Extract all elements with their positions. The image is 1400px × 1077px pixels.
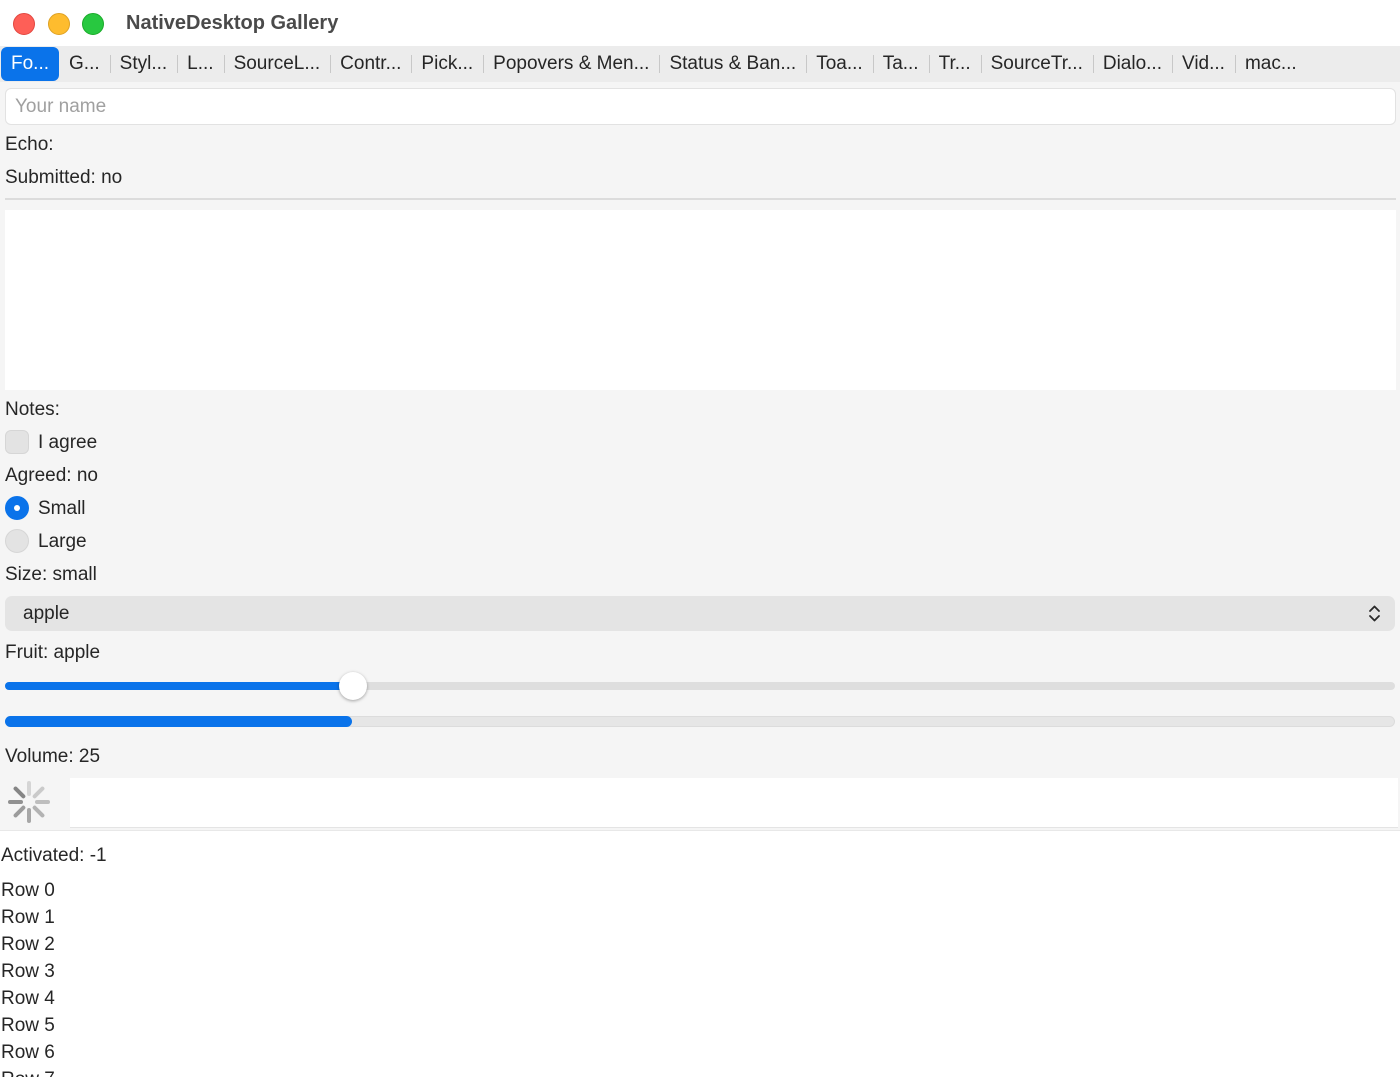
tab-7[interactable]: Popovers & Men...	[483, 46, 659, 82]
tab-14[interactable]: Vid...	[1171, 46, 1235, 82]
name-input[interactable]	[5, 88, 1396, 125]
row-list: Row 0Row 1Row 2Row 3Row 4Row 5Row 6Row 7	[1, 879, 55, 1077]
spinner-icon	[8, 781, 50, 823]
tab-8[interactable]: Status & Ban...	[659, 46, 806, 82]
size-label: Size: small	[5, 564, 97, 585]
tab-11[interactable]: Tr...	[928, 46, 981, 82]
tab-5[interactable]: Contr...	[330, 46, 411, 82]
title-bar: NativeDesktop Gallery	[0, 0, 1400, 46]
list-item[interactable]: Row 7	[1, 1068, 55, 1077]
volume-progress-bar	[5, 716, 1395, 727]
tab-9[interactable]: Toa...	[806, 46, 872, 82]
notes-textarea[interactable]	[5, 210, 1396, 390]
volume-progress-fill	[5, 716, 352, 727]
list-item[interactable]: Row 1	[1, 906, 55, 933]
list-panel: Activated: -1 Row 0 Row 1 Row 2 Row 3 Row 4R…	[0, 830, 1400, 1077]
tab-bar: Fo... G... Styl... L... SourceL... Contr... Pi…	[0, 46, 1400, 82]
volume-slider[interactable]	[5, 672, 1395, 700]
tab-3[interactable]: L...	[177, 46, 223, 82]
agreed-label: Agreed: no	[5, 465, 98, 486]
tab-15[interactable]: mac...	[1234, 46, 1307, 82]
size-radio-small-label[interactable]: Small	[38, 498, 86, 520]
list-item[interactable]: Row 2	[1, 933, 55, 960]
size-radio-large[interactable]	[5, 529, 29, 553]
spinner-field	[70, 778, 1398, 828]
fruit-select-value: apple	[23, 602, 70, 624]
list-item[interactable]: Row 3	[1, 960, 55, 987]
list-item[interactable]: Row 5	[1, 1014, 55, 1041]
tab-0[interactable]: Fo...	[1, 47, 60, 81]
tab-12[interactable]: SourceTr...	[980, 46, 1093, 82]
list-item[interactable]: Row 0	[1, 879, 55, 906]
chevron-up-down-icon	[1369, 605, 1380, 622]
size-radio-small[interactable]	[5, 496, 29, 520]
agree-checkbox[interactable]	[5, 430, 29, 454]
volume-slider-thumb[interactable]	[338, 672, 367, 700]
divider	[5, 198, 1396, 200]
tab-4[interactable]: SourceL...	[223, 46, 331, 82]
minimize-window-button[interactable]	[48, 13, 70, 35]
tab-1[interactable]: G...	[59, 46, 110, 82]
fruit-select[interactable]: apple	[5, 596, 1395, 631]
volume-label: Volume: 25	[5, 746, 101, 767]
submitted-label: Submitted: no	[5, 167, 123, 188]
agree-checkbox-label[interactable]: I agree	[38, 432, 97, 454]
activated-label: Activated: -1	[1, 845, 107, 866]
zoom-window-button[interactable]	[82, 13, 104, 35]
echo-label: Echo:	[5, 134, 54, 155]
volume-slider-fill	[5, 682, 353, 690]
list-item[interactable]: Row 6	[1, 1041, 55, 1068]
form-panel: Echo: Submitted: no Notes: I agree Agree…	[0, 82, 1400, 830]
tab-13[interactable]: Dialo...	[1092, 46, 1172, 82]
activity-spinner	[0, 778, 70, 828]
close-window-button[interactable]	[13, 13, 35, 35]
notes-label: Notes:	[5, 399, 60, 420]
window-title: NativeDesktop Gallery	[126, 12, 339, 34]
fruit-label: Fruit: apple	[5, 642, 101, 663]
tab-2[interactable]: Styl...	[109, 46, 178, 82]
list-item[interactable]: Row 4	[1, 987, 55, 1014]
size-radio-large-label[interactable]: Large	[38, 531, 87, 553]
tab-6[interactable]: Pick...	[411, 46, 483, 82]
tab-10[interactable]: Ta...	[872, 46, 929, 82]
